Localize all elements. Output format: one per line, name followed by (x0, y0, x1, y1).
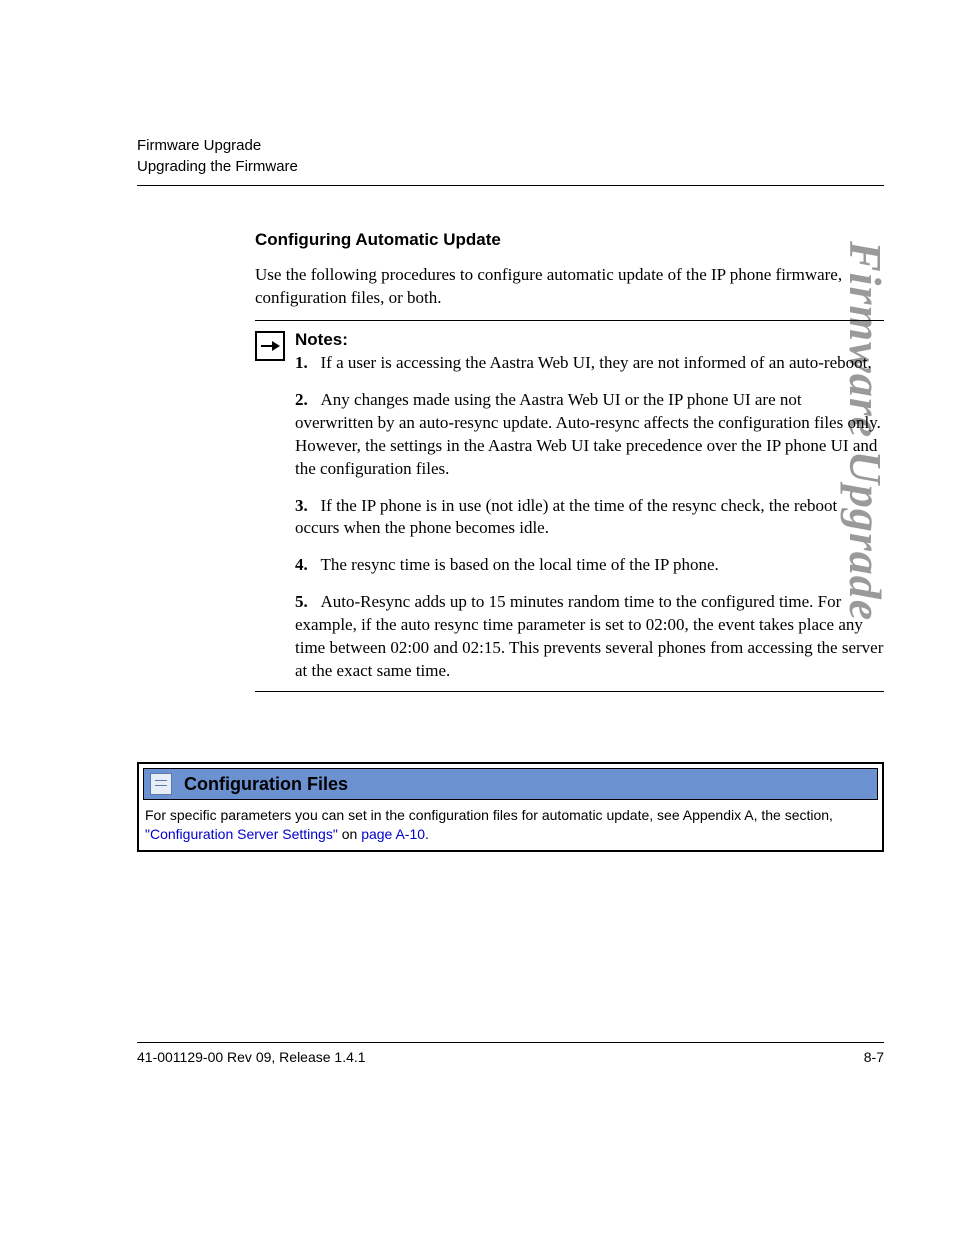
footer-right: 8-7 (864, 1049, 884, 1065)
header-line-2: Upgrading the Firmware (137, 156, 884, 177)
config-body-mid: on (338, 826, 361, 842)
note-arrow-icon (255, 331, 285, 361)
note-item: 3. If the IP phone is in use (not idle) … (295, 495, 884, 541)
note-text: The resync time is based on the local ti… (321, 555, 719, 574)
notes-block: Notes: 1. If a user is accessing the Aas… (255, 320, 884, 692)
config-files-bar: Configuration Files (143, 768, 878, 800)
config-body-prefix: For specific parameters you can set in t… (145, 807, 833, 823)
note-number: 2. (295, 390, 308, 409)
footer-left: 41-001129-00 Rev 09, Release 1.4.1 (137, 1049, 366, 1065)
note-number: 1. (295, 353, 308, 372)
page-footer: 41-001129-00 Rev 09, Release 1.4.1 8-7 (137, 1042, 884, 1065)
config-files-box: Configuration Files For specific paramet… (137, 762, 884, 852)
section-intro: Use the following procedures to configur… (255, 264, 884, 310)
notes-content: Notes: 1. If a user is accessing the Aas… (295, 329, 884, 683)
note-item: 4. The resync time is based on the local… (295, 554, 884, 577)
note-item: 2. Any changes made using the Aastra Web… (295, 389, 884, 481)
document-icon (150, 773, 172, 795)
config-files-title: Configuration Files (184, 774, 348, 795)
config-body-suffix: . (425, 826, 429, 842)
note-number: 5. (295, 592, 308, 611)
note-number: 3. (295, 496, 308, 515)
header-line-1: Firmware Upgrade (137, 135, 884, 156)
notes-heading: Notes: (295, 330, 348, 349)
note-item: 5. Auto-Resync adds up to 15 minutes ran… (295, 591, 884, 683)
note-number: 4. (295, 555, 308, 574)
config-files-body: For specific parameters you can set in t… (143, 800, 878, 846)
note-text: If the IP phone is in use (not idle) at … (295, 496, 837, 538)
note-text: Auto-Resync adds up to 15 minutes random… (295, 592, 883, 680)
section-title: Configuring Automatic Update (255, 230, 884, 250)
note-text: Any changes made using the Aastra Web UI… (295, 390, 881, 478)
note-item: 1. If a user is accessing the Aastra Web… (295, 352, 884, 375)
note-text: If a user is accessing the Aastra Web UI… (321, 353, 872, 372)
config-link-page[interactable]: page A-10 (361, 826, 425, 842)
page-header: Firmware Upgrade Upgrading the Firmware (137, 135, 884, 186)
config-link-settings[interactable]: "Configuration Server Settings" (145, 826, 338, 842)
